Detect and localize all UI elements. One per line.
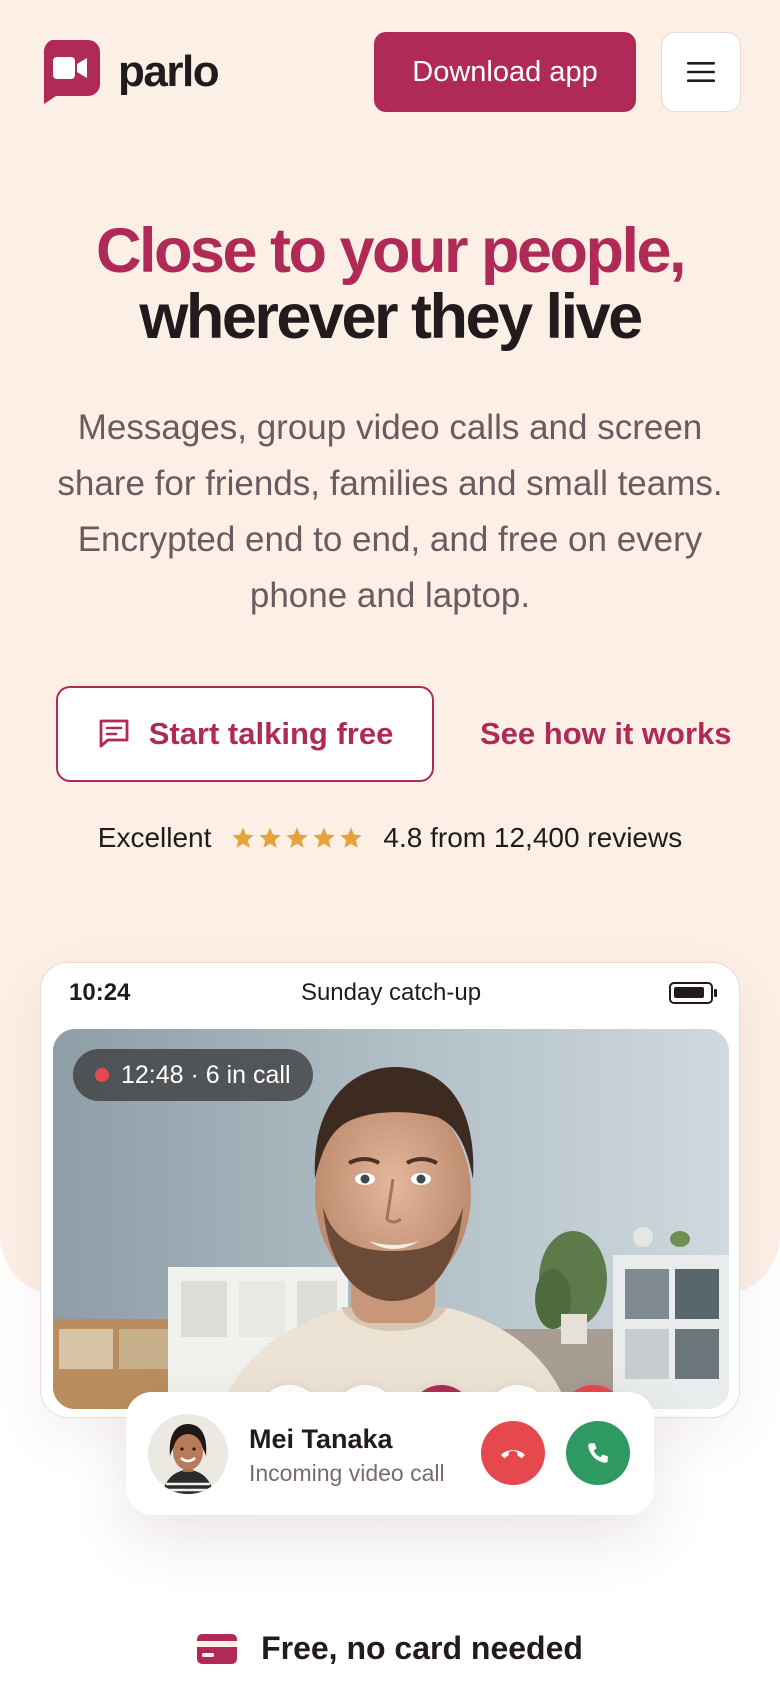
avatar <box>148 1414 228 1494</box>
rating-stars <box>231 826 363 850</box>
rating-summary: Excellent 4.8 from 12,400 reviews <box>0 822 780 854</box>
cta-row: Start talking free See how it works <box>56 686 736 782</box>
video-feed: 12:48 · 6 in call <box>53 1029 729 1409</box>
rating-label: Excellent <box>97 822 212 853</box>
rating-summary-text: 4.8 from 12,400 reviews <box>383 822 683 853</box>
hamburger-menu-icon <box>687 62 715 82</box>
caller-name: Mei Tanaka <box>249 1424 393 1454</box>
headline-line-2: wherever they live <box>139 282 643 352</box>
accept-call-button[interactable] <box>566 1421 630 1485</box>
phone-icon <box>588 1443 608 1463</box>
logo-wordmark: parlo <box>118 47 220 96</box>
decline-call-button[interactable] <box>481 1421 545 1485</box>
start-talking-label: Start talking free <box>148 716 394 751</box>
battery-icon <box>669 982 713 1004</box>
logo[interactable]: parlo <box>40 40 220 104</box>
star-icon <box>286 827 309 848</box>
free-note-text: Free, no card needed <box>261 1630 583 1666</box>
free-note: Free, no card needed <box>0 1630 780 1667</box>
page-title: Close to your people, wherever they live <box>0 218 780 350</box>
site-header: parlo Download app <box>0 0 780 150</box>
menu-button[interactable] <box>661 32 741 112</box>
star-icon <box>232 827 255 848</box>
phone-hangup-icon <box>501 1450 525 1459</box>
call-title: Sunday catch-up <box>300 979 482 1006</box>
hero-description: Messages, group video calls and screen s… <box>57 408 723 615</box>
video-bubble-icon <box>40 40 100 104</box>
credit-card-icon <box>197 1633 238 1664</box>
recording-indicator: 12:48 · 6 in call <box>73 1049 313 1101</box>
see-how-it-works-link[interactable]: See how it works <box>480 686 732 782</box>
headline-line-1: Close to your people, <box>95 216 687 286</box>
start-talking-button[interactable]: Start talking free <box>56 686 434 782</box>
recording-text: 12:48 · 6 in call <box>121 1060 291 1089</box>
download-app-button[interactable]: Download app <box>374 32 636 112</box>
star-icon <box>313 827 336 848</box>
battery-tip <box>714 989 717 997</box>
chat-icon <box>99 719 129 748</box>
star-icon <box>259 827 282 848</box>
star-icon <box>340 827 363 848</box>
caller-status: Incoming video call <box>249 1460 445 1486</box>
recording-dot <box>95 1068 109 1082</box>
call-preview-card: 10:24 Sunday catch-up 12:48 · 6 in call <box>40 962 740 1418</box>
incoming-call-card[interactable]: Mei Tanaka Incoming video call <box>126 1392 654 1515</box>
